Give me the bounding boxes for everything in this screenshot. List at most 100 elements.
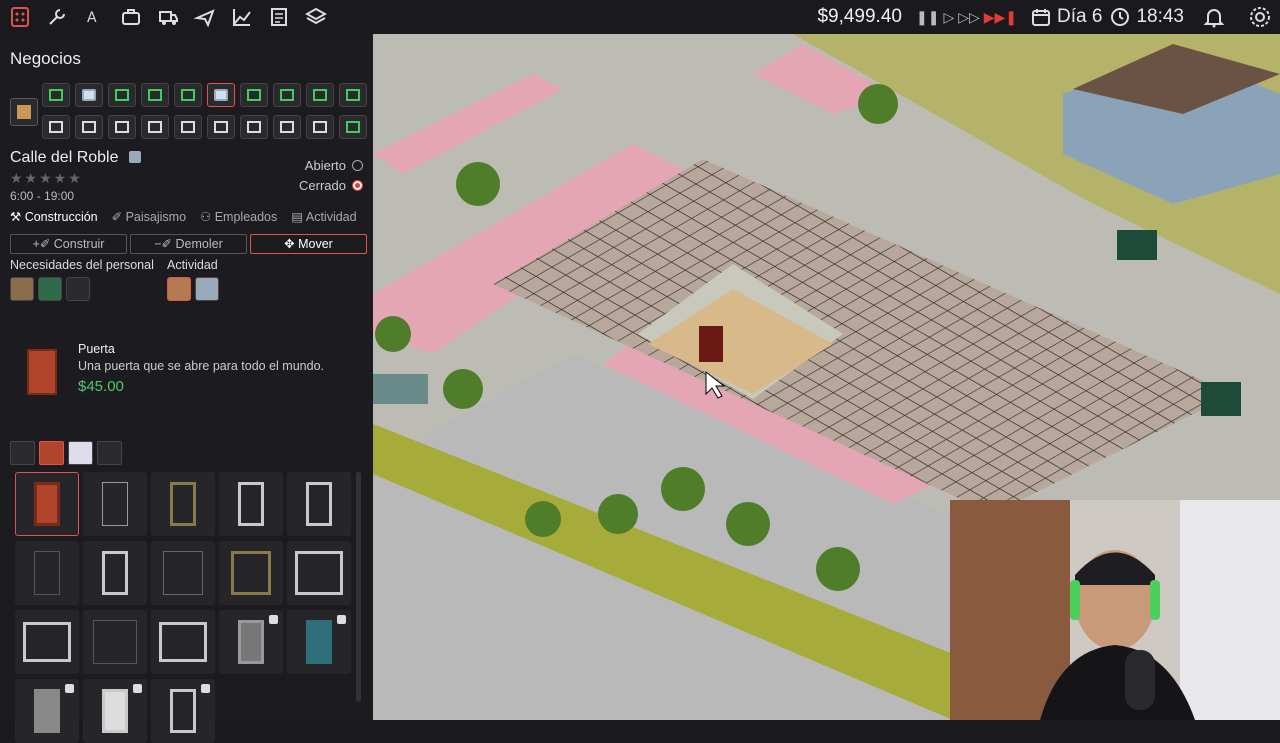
ledger-icon[interactable]: [262, 0, 296, 34]
business-slot-icon[interactable]: [339, 115, 367, 139]
business-slot-icon[interactable]: [240, 83, 268, 107]
business-slot-icon[interactable]: [306, 83, 334, 107]
demolish-button[interactable]: −✐ Demoler: [130, 234, 247, 254]
category-window-icon[interactable]: [97, 441, 122, 465]
business-slot-icon[interactable]: [141, 83, 169, 107]
item-door-frame-red[interactable]: [83, 472, 147, 536]
business-slot-icon[interactable]: [306, 115, 334, 139]
tools-icon[interactable]: [40, 0, 74, 34]
fast-forward-icon[interactable]: ▷▷: [958, 9, 980, 26]
tab-employees-label: Empleados: [214, 210, 278, 224]
pause-icon[interactable]: ❚❚: [916, 9, 939, 26]
business-slot-icon[interactable]: [75, 115, 103, 139]
register-badge-icon: [128, 151, 141, 163]
toilet-icon[interactable]: [38, 277, 62, 301]
category-door-icon[interactable]: [39, 441, 64, 465]
fastest-icon[interactable]: ▶▶❚: [984, 9, 1017, 26]
item-door-teal-locked[interactable]: [287, 610, 351, 674]
business-slot-icon[interactable]: [240, 115, 268, 139]
business-icon[interactable]: [3, 0, 37, 34]
item-description: Una puerta que se abre para todo el mund…: [78, 359, 325, 373]
activity-icons: [167, 277, 219, 301]
tab-employees[interactable]: ⚇ Empleados: [200, 209, 277, 224]
staff-needs-label: Necesidades del personal: [10, 258, 154, 272]
item-door-double-blue[interactable]: [151, 610, 215, 674]
open-radio[interactable]: [352, 160, 363, 171]
business-slot-icon[interactable]: [339, 83, 367, 107]
tv-icon[interactable]: [10, 277, 34, 301]
business-slot-icon[interactable]: [108, 83, 136, 107]
box-icon[interactable]: [10, 98, 38, 126]
text-icon[interactable]: A: [77, 0, 111, 34]
settings-gear-icon[interactable]: [1248, 5, 1272, 29]
svg-text:A: A: [87, 10, 97, 26]
category-wall-icon[interactable]: [68, 441, 93, 465]
rating-stars: ★★★★★: [10, 170, 83, 186]
item-door-double-white[interactable]: [287, 541, 351, 605]
item-door-frame-locked[interactable]: [151, 679, 215, 743]
closed-radio[interactable]: [352, 180, 363, 191]
business-slot-icon[interactable]: [108, 115, 136, 139]
staff-needs-icons: [10, 277, 90, 301]
item-door-white-locked[interactable]: [83, 679, 147, 743]
move-button[interactable]: ✥ Mover: [250, 234, 367, 254]
item-door-glass-blue[interactable]: [83, 541, 147, 605]
delivery-icon[interactable]: [151, 0, 185, 34]
item-grid-scrollbar[interactable]: [356, 472, 361, 702]
business-slot-icon[interactable]: [207, 115, 235, 139]
business-slot-icon[interactable]: [273, 83, 301, 107]
calendar-icon: [1032, 9, 1051, 26]
tab-landscaping-label: Paisajismo: [125, 210, 187, 224]
panel-title: Negocios: [10, 49, 81, 68]
business-slot-icon[interactable]: [141, 115, 169, 139]
item-door-double-glass[interactable]: [15, 610, 79, 674]
lock-icon: [269, 615, 278, 624]
layers-icon[interactable]: [299, 0, 333, 34]
category-hand-icon[interactable]: [10, 441, 35, 465]
time-display: 18:43: [1136, 6, 1184, 27]
closed-status[interactable]: Cerrado: [299, 178, 363, 193]
item-door-grey-locked[interactable]: [15, 679, 79, 743]
tab-construction-label: Construcción: [24, 210, 98, 224]
briefcase-icon[interactable]: [114, 0, 148, 34]
play-icon[interactable]: ▷: [943, 9, 954, 26]
register-slot-icon-selected[interactable]: [207, 83, 235, 107]
notification-bell-icon[interactable]: [1202, 5, 1226, 29]
business-slot-icon[interactable]: [174, 83, 202, 107]
lock-icon: [201, 684, 210, 693]
business-slot-icon[interactable]: [273, 115, 301, 139]
item-door-wood[interactable]: [15, 472, 79, 536]
register-icon[interactable]: [195, 277, 219, 301]
item-door-frame-purple-2[interactable]: [15, 541, 79, 605]
business-slot-icon[interactable]: [42, 115, 70, 139]
item-door-frame-purple[interactable]: [219, 472, 283, 536]
item-door-double-gold[interactable]: [219, 541, 283, 605]
tab-construction[interactable]: ⚒ Construcción: [10, 209, 98, 224]
day-display: Día 6: [1057, 6, 1103, 27]
plane-icon[interactable]: [188, 0, 222, 34]
open-status[interactable]: Abierto: [305, 158, 363, 173]
build-button[interactable]: +✐ Construir: [10, 234, 127, 254]
closed-label: Cerrado: [299, 178, 346, 193]
item-grid: [15, 472, 351, 743]
business-slot-icon[interactable]: [174, 115, 202, 139]
item-door-frame-gold[interactable]: [151, 472, 215, 536]
item-name: Puerta: [78, 342, 115, 356]
item-door-metal-locked[interactable]: [219, 610, 283, 674]
item-door-frame-red-2[interactable]: [151, 541, 215, 605]
door-placed[interactable]: [699, 326, 723, 362]
webcam-overlay: [950, 500, 1280, 720]
chart-icon[interactable]: [225, 0, 259, 34]
item-price: $45.00: [78, 378, 124, 395]
tab-landscaping[interactable]: ✐ Paisajismo: [112, 209, 186, 224]
top-bar: A $9,499.40 ❚❚ ▷ ▷▷ ▶▶❚ Día 6 18:43: [0, 0, 1280, 34]
business-slot-icon[interactable]: [42, 83, 70, 107]
category-tabs: [10, 441, 122, 465]
tab-activity[interactable]: ▤ Actividad: [291, 209, 356, 224]
register-slot-icon[interactable]: [75, 83, 103, 107]
item-door-frame-white[interactable]: [287, 472, 351, 536]
item-door-double-purple[interactable]: [83, 610, 147, 674]
shelf-icon[interactable]: [167, 277, 191, 301]
open-label: Abierto: [304, 158, 346, 173]
restroom-icon[interactable]: [66, 277, 90, 301]
